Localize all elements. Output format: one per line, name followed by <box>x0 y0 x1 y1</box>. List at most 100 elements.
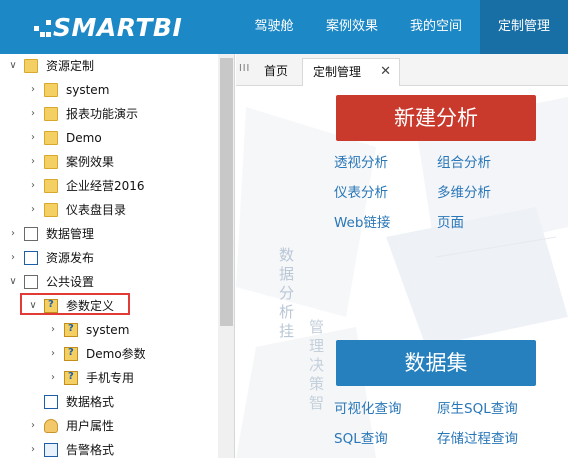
folder-icon <box>44 83 58 97</box>
nav-my-space[interactable]: 我的空间 <box>396 0 476 54</box>
expand-arrow-icon[interactable]: ∨ <box>8 270 18 294</box>
tree-item-data-format[interactable]: 数据格式 <box>0 390 218 414</box>
background-text-2: 管理决策智 <box>307 319 325 414</box>
tab-home[interactable]: 首页 <box>254 58 298 86</box>
tree-item-public-settings[interactable]: ∨ 公共设置 <box>0 270 218 294</box>
param-icon <box>64 347 78 361</box>
smartbi-logo[interactable]: SMARTBI <box>34 8 182 46</box>
nav-case-effects[interactable]: 案例效果 <box>312 0 392 54</box>
collapse-arrow-icon[interactable]: › <box>48 318 58 342</box>
scrollbar-thumb[interactable] <box>220 58 233 326</box>
collapse-arrow-icon[interactable]: › <box>48 366 58 390</box>
tree-item-label: 手机专用 <box>86 371 135 385</box>
tree-item-param-definition[interactable]: ∨ 参数定义 <box>0 294 218 318</box>
folder-icon <box>44 155 58 169</box>
tree-item-label: 参数定义 <box>66 299 115 313</box>
dashboard-analysis-link[interactable]: 仪表分析 <box>334 181 388 201</box>
combined-analysis-link[interactable]: 组合分析 <box>437 151 491 171</box>
collapse-arrow-icon[interactable]: › <box>28 102 38 126</box>
collapse-arrow-icon[interactable]: › <box>28 174 38 198</box>
tree-item-alert-format[interactable]: › 告警格式 <box>0 438 218 458</box>
nav-custom-management[interactable]: 定制管理 <box>480 0 568 54</box>
tab-grip-icon[interactable]: III <box>239 63 250 74</box>
tree-item-enterprise-2016[interactable]: › 企业经营2016 <box>0 174 218 198</box>
collapse-arrow-icon[interactable]: › <box>28 198 38 222</box>
hand-icon <box>44 419 58 433</box>
folder-icon <box>44 107 58 121</box>
dataset-button[interactable]: 数据集 <box>336 340 536 386</box>
multidim-analysis-link[interactable]: 多维分析 <box>437 181 491 201</box>
tree-item-label: 案例效果 <box>66 155 115 169</box>
data-manage-icon <box>24 227 38 241</box>
collapse-arrow-icon[interactable]: › <box>28 150 38 174</box>
tree-item-label: 仪表盘目录 <box>66 203 127 217</box>
stored-procedure-query-link[interactable]: 存储过程查询 <box>437 427 518 447</box>
tree-item-label: 用户属性 <box>66 419 115 433</box>
tree-item-label: 数据格式 <box>66 395 115 409</box>
publish-icon <box>24 251 38 265</box>
folder-icon <box>44 131 58 145</box>
tree-item-param-system[interactable]: › system <box>0 318 218 342</box>
sidebar-scrollbar[interactable] <box>218 54 234 458</box>
tree-item-label: 报表功能演示 <box>66 107 139 121</box>
tree-item-mobile-only[interactable]: › 手机专用 <box>0 366 218 390</box>
resource-tree-sidebar: ∨ 资源定制 › system › 报表功能演示 › Demo › 案例效果 ›… <box>0 54 235 458</box>
alert-icon <box>44 443 58 457</box>
tree-item-label: 数据管理 <box>46 227 95 241</box>
tree-item-label: Demo参数 <box>86 347 146 361</box>
page-link[interactable]: 页面 <box>437 211 464 231</box>
tree-item-report-demo[interactable]: › 报表功能演示 <box>0 102 218 126</box>
tree-item-label: 企业经营2016 <box>66 179 145 193</box>
expand-arrow-icon[interactable]: ∨ <box>28 294 38 318</box>
collapse-arrow-icon[interactable]: › <box>28 414 38 438</box>
pivot-analysis-link[interactable]: 透视分析 <box>334 151 388 171</box>
tab-custom-management[interactable]: 定制管理 ✕ <box>302 58 400 86</box>
collapse-arrow-icon[interactable]: › <box>48 342 58 366</box>
main-panel: 数据分析挂 管理决策智 新建分析 透视分析 组合分析 仪表分析 多维分析 Web… <box>236 87 568 458</box>
sql-query-link[interactable]: SQL查询 <box>334 427 388 447</box>
param-icon <box>64 323 78 337</box>
tree-item-demo[interactable]: › Demo <box>0 126 218 150</box>
logo-mark-icon <box>34 12 52 42</box>
nav-cockpit[interactable]: 驾驶舱 <box>238 0 310 54</box>
tab-label: 首页 <box>264 64 289 78</box>
tree-item-data-management[interactable]: › 数据管理 <box>0 222 218 246</box>
expand-arrow-icon[interactable]: ∨ <box>8 54 18 78</box>
tab-label: 定制管理 <box>313 65 362 79</box>
tree-item-system[interactable]: › system <box>0 78 218 102</box>
tab-bar: III 首页 定制管理 ✕ <box>236 54 568 86</box>
param-icon <box>64 371 78 385</box>
folder-icon <box>44 179 58 193</box>
tree-item-user-attributes[interactable]: › 用户属性 <box>0 414 218 438</box>
native-sql-query-link[interactable]: 原生SQL查询 <box>437 397 518 417</box>
tree-item-resource-custom[interactable]: ∨ 资源定制 <box>0 54 218 78</box>
tree-item-case-effects[interactable]: › 案例效果 <box>0 150 218 174</box>
folder-icon <box>44 203 58 217</box>
param-folder-icon <box>44 299 58 313</box>
tree-item-label: system <box>86 323 130 337</box>
close-icon[interactable]: ✕ <box>380 59 391 85</box>
logo-text: SMARTBI <box>53 12 183 42</box>
tree-item-label: 告警格式 <box>66 443 115 457</box>
background-text-1: 数据分析挂 <box>277 247 295 342</box>
data-format-icon <box>44 395 58 409</box>
tree-item-label: 资源定制 <box>46 59 95 73</box>
settings-icon <box>24 275 38 289</box>
tree-item-label: 资源发布 <box>46 251 95 265</box>
new-analysis-button[interactable]: 新建分析 <box>336 95 536 141</box>
tree-item-demo-params[interactable]: › Demo参数 <box>0 342 218 366</box>
collapse-arrow-icon[interactable]: › <box>28 438 38 458</box>
tree-item-resource-publish[interactable]: › 资源发布 <box>0 246 218 270</box>
collapse-arrow-icon[interactable]: › <box>8 222 18 246</box>
tree-item-label: system <box>66 83 110 97</box>
tree-item-dashboard-dir[interactable]: › 仪表盘目录 <box>0 198 218 222</box>
collapse-arrow-icon[interactable]: › <box>8 246 18 270</box>
web-link-link[interactable]: Web链接 <box>334 211 390 231</box>
folder-icon <box>24 59 38 73</box>
visual-query-link[interactable]: 可视化查询 <box>334 397 402 417</box>
tree-item-label: Demo <box>66 131 102 145</box>
top-bar: SMARTBI 驾驶舱 案例效果 我的空间 定制管理 <box>0 0 568 54</box>
tree-item-label: 公共设置 <box>46 275 95 289</box>
collapse-arrow-icon[interactable]: › <box>28 126 38 150</box>
collapse-arrow-icon[interactable]: › <box>28 78 38 102</box>
